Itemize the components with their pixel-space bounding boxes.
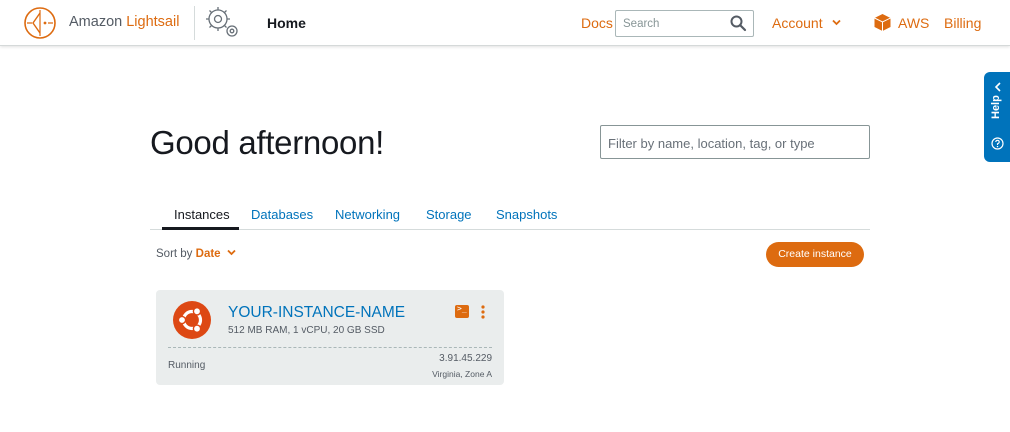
- sort-control[interactable]: Sort by Date: [156, 248, 236, 260]
- brand-prefix: Amazon: [69, 14, 127, 30]
- account-menu[interactable]: Account: [772, 15, 842, 31]
- help-circle-icon: [991, 137, 1004, 150]
- instance-zone: Virginia, Zone A: [432, 369, 492, 379]
- card-divider: [168, 347, 492, 348]
- billing-link[interactable]: Billing: [944, 15, 981, 31]
- instance-name-link[interactable]: YOUR-INSTANCE-NAME: [228, 304, 405, 322]
- active-tab-indicator: [162, 227, 239, 230]
- connect-terminal-icon[interactable]: >_: [455, 304, 469, 318]
- search-icon[interactable]: [729, 14, 747, 32]
- tab-snapshots[interactable]: Snapshots: [496, 207, 557, 222]
- lightsail-logo-icon[interactable]: [23, 6, 57, 40]
- brand-name: Lightsail: [126, 14, 180, 30]
- settings-gear-icon[interactable]: [203, 4, 241, 40]
- aws-link[interactable]: AWS: [898, 15, 929, 31]
- tab-networking[interactable]: Networking: [335, 207, 400, 222]
- chevron-down-icon: [832, 19, 842, 26]
- sort-value: Date: [195, 248, 221, 260]
- page-greeting: Good afternoon!: [150, 124, 385, 161]
- instance-ip: 3.91.45.229: [439, 353, 492, 364]
- top-navigation-bar: Amazon Lightsail Home Docs Search Accoun…: [0, 0, 1010, 46]
- tab-databases[interactable]: Databases: [251, 207, 313, 222]
- tabs-divider: [150, 229, 870, 230]
- account-label: Account: [772, 15, 823, 31]
- tab-instances[interactable]: Instances: [174, 207, 230, 222]
- more-options-icon[interactable]: [480, 305, 486, 319]
- search-input[interactable]: Search: [615, 10, 754, 37]
- instance-card: YOUR-INSTANCE-NAME 512 MB RAM, 1 vCPU, 2…: [156, 290, 504, 385]
- instance-specs: 512 MB RAM, 1 vCPU, 20 GB SSD: [228, 325, 385, 336]
- instance-status: Running: [168, 360, 206, 371]
- filter-placeholder: Filter by name, location, tag, or type: [608, 136, 815, 151]
- docs-link[interactable]: Docs: [581, 15, 613, 31]
- chevron-down-icon: [227, 249, 236, 256]
- sort-label: Sort by: [156, 248, 193, 260]
- brand-divider: [194, 6, 195, 40]
- help-panel-tab[interactable]: Help: [984, 72, 1010, 162]
- ubuntu-icon: [173, 301, 211, 339]
- filter-input[interactable]: Filter by name, location, tag, or type: [600, 125, 870, 159]
- create-instance-button[interactable]: Create instance: [766, 242, 864, 267]
- tab-storage[interactable]: Storage: [426, 207, 472, 222]
- search-placeholder: Search: [623, 18, 660, 30]
- aws-cube-icon[interactable]: [873, 13, 892, 32]
- home-link[interactable]: Home: [267, 15, 306, 31]
- brand-title[interactable]: Amazon Lightsail: [69, 14, 179, 30]
- help-label: Help: [990, 95, 1002, 119]
